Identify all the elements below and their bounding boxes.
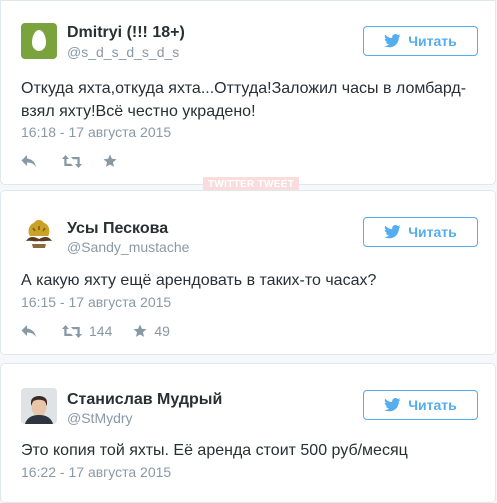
retweet-icon [62, 154, 82, 168]
follow-label: Читать [408, 224, 457, 240]
person-avatar[interactable] [21, 388, 57, 424]
tweet-timestamp[interactable]: 16:15 - 17 августа 2015 [21, 294, 171, 310]
person-icon [21, 388, 57, 424]
user-handle[interactable]: @Sandy_mustache [67, 239, 189, 255]
tweet-card: Dmitryi (!!! 18+) @s_d_s_d_s_d_s Читать … [0, 0, 496, 185]
user-handle[interactable]: @StMydry [67, 410, 133, 426]
follow-label: Читать [408, 33, 457, 49]
tweet-text: Откуда яхта,откуда яхта...Оттуда!Заложил… [21, 80, 467, 120]
user-name[interactable]: Станислав Мудрый [67, 391, 222, 409]
retweet-button[interactable]: 144 [62, 323, 112, 339]
tweet-card: Усы Пескова @Sandy_mustache Читать А как… [0, 190, 496, 355]
follow-button[interactable]: Читать [363, 26, 478, 56]
follow-button[interactable]: Читать [363, 390, 478, 420]
retweet-count: 144 [89, 323, 113, 339]
tweet-text: Это копия той яхты. Её аренда стоит 500 … [21, 442, 408, 459]
mustache-avatar[interactable] [21, 215, 57, 251]
egg-avatar[interactable] [21, 23, 57, 59]
bird-icon [384, 34, 401, 48]
star-icon [133, 324, 147, 337]
tweet-actions [21, 151, 117, 171]
bird-icon [384, 225, 401, 239]
mustache-icon [26, 220, 52, 248]
reply-icon [21, 325, 36, 337]
tweet-timestamp[interactable]: 16:18 - 17 августа 2015 [21, 124, 171, 140]
tweet-timestamp[interactable]: 16:22 - 17 августа 2015 [21, 464, 171, 480]
user-handle[interactable]: @s_d_s_d_s_d_s [67, 44, 179, 60]
bird-icon [384, 398, 401, 412]
reply-icon [21, 155, 36, 167]
favorite-count: 49 [154, 323, 170, 339]
reply-button[interactable] [21, 154, 37, 168]
follow-button[interactable]: Читать [363, 217, 478, 247]
retweet-button[interactable] [62, 154, 82, 168]
follow-label: Читать [408, 397, 457, 413]
user-name[interactable]: Усы Пескова [67, 220, 168, 238]
retweet-icon [62, 324, 82, 338]
tweet-text: А какую яхту ещё арендовать в таких-то ч… [21, 272, 377, 289]
star-icon [103, 154, 117, 167]
favorite-button[interactable]: 49 [133, 323, 170, 339]
tweet-actions: 144 49 [21, 321, 170, 341]
egg-icon [32, 30, 46, 51]
tweet-card: Станислав Мудрый @StMydry Читать Это коп… [0, 363, 496, 503]
favorite-button[interactable] [103, 154, 117, 168]
user-name[interactable]: Dmitryi (!!! 18+) [67, 24, 185, 42]
reply-button[interactable] [21, 324, 37, 338]
